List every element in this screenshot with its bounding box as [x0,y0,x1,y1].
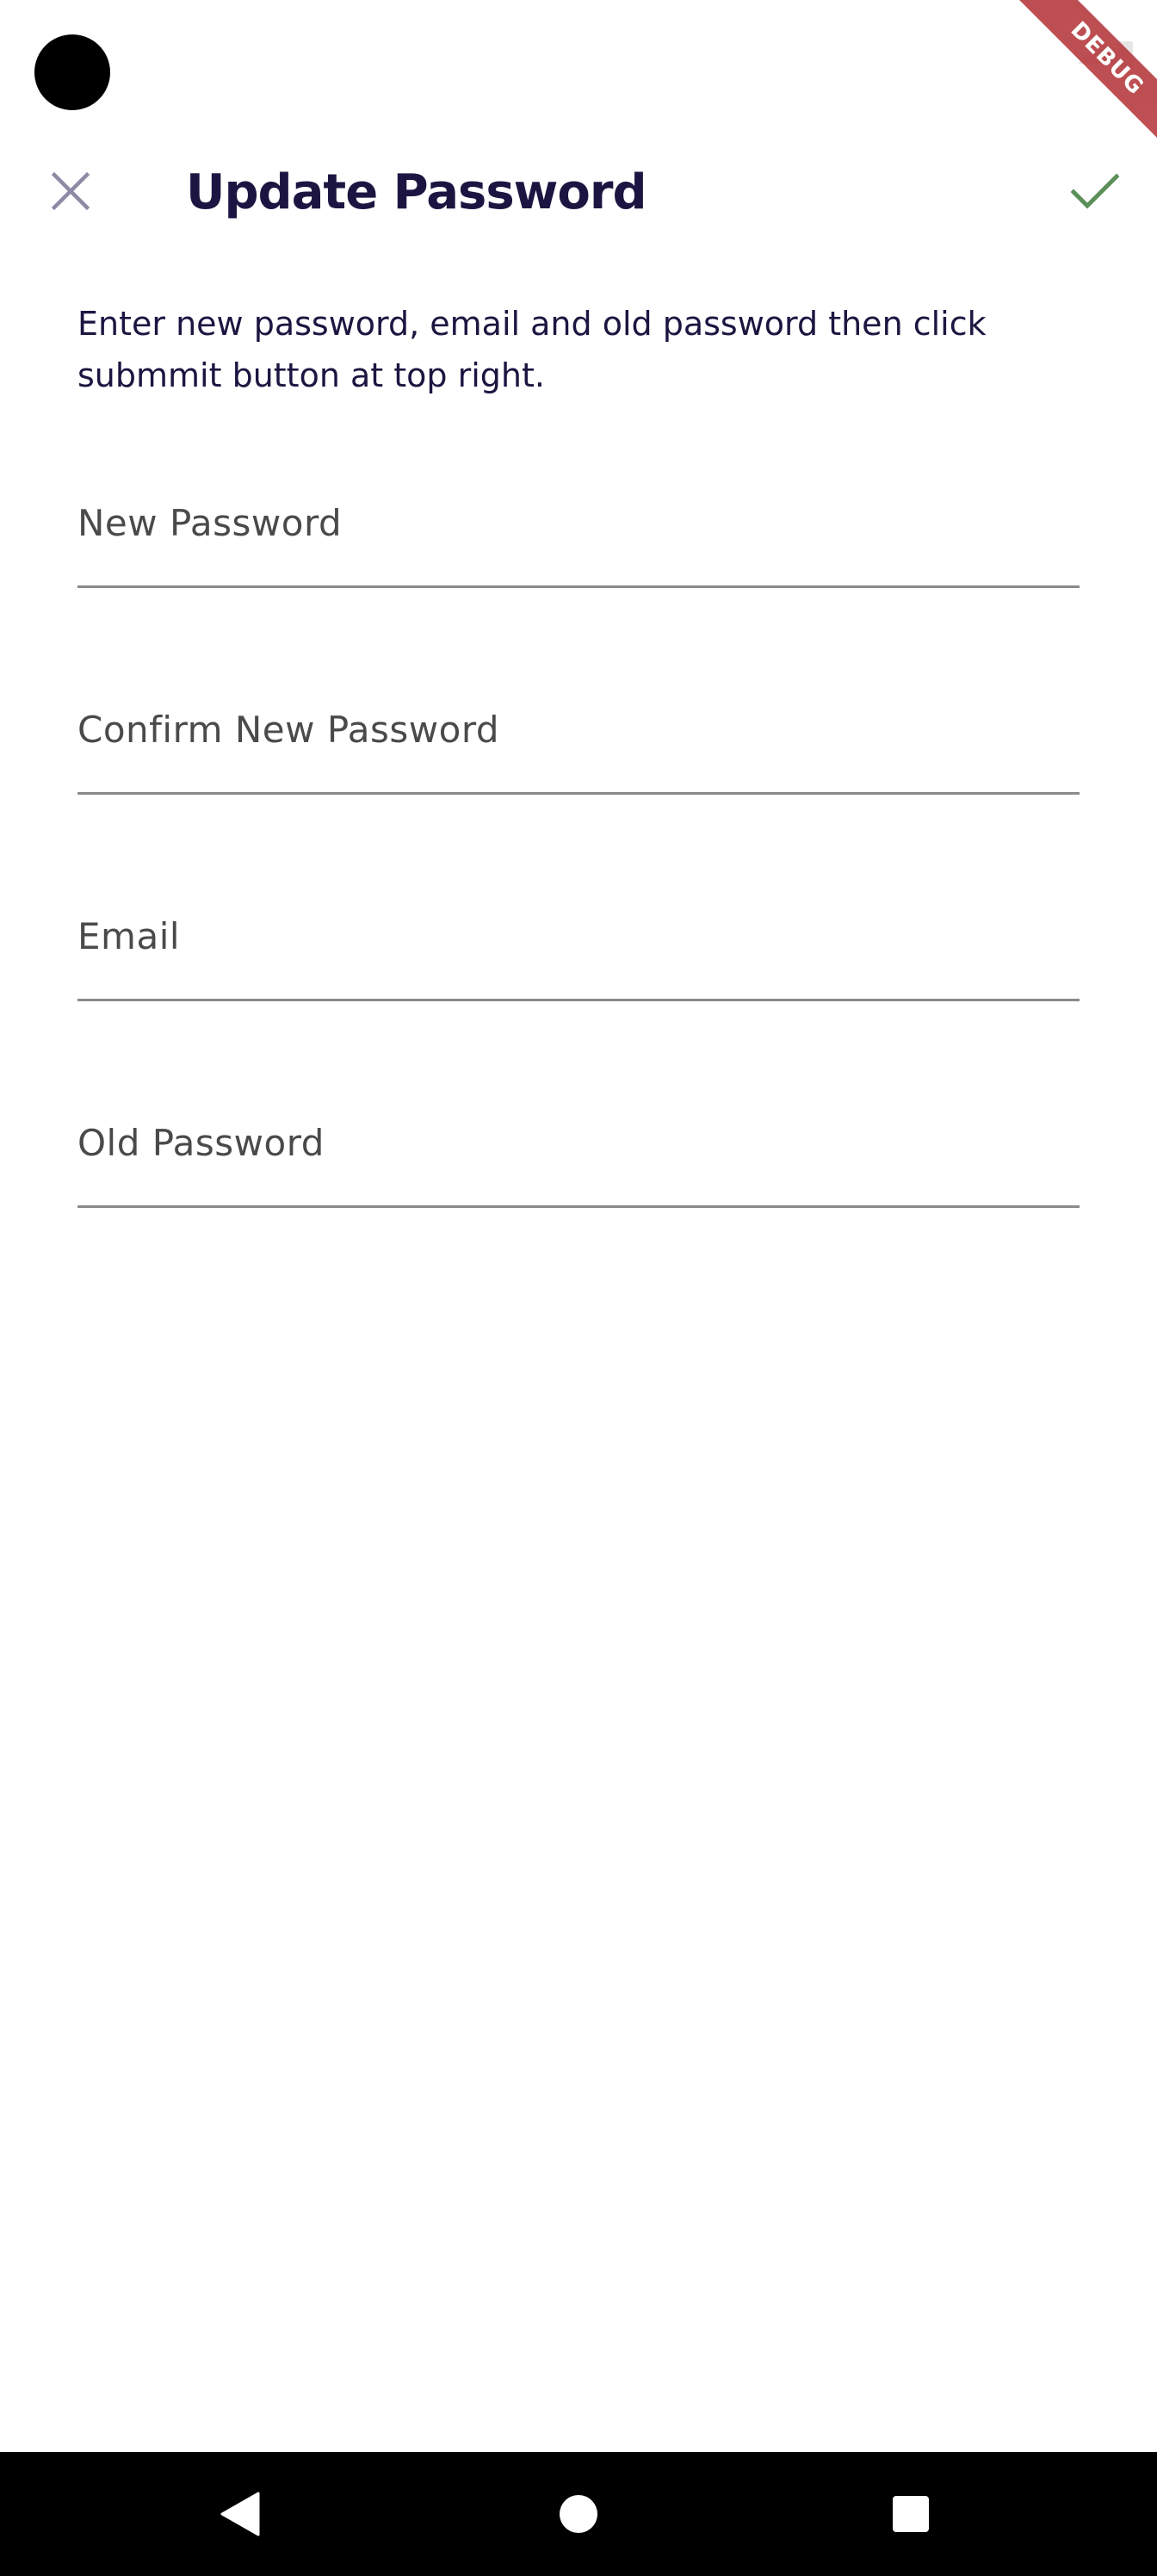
email-input[interactable] [77,895,1083,1000]
check-icon [1071,173,1119,209]
home-circle-icon [560,2495,597,2533]
submit-button[interactable] [1059,155,1131,227]
old-password-field[interactable]: Old Password [77,1102,1083,1208]
page-title: Update Password [186,164,647,220]
nav-back-button[interactable] [210,2483,272,2545]
confirm-new-password-input[interactable] [77,689,1083,794]
camera-cutout [34,34,110,110]
app-bar: Update Password [0,138,1157,245]
new-password-input[interactable] [77,482,1083,587]
recents-square-icon [893,2496,929,2532]
confirm-new-password-field[interactable]: Confirm New Password [77,689,1083,795]
close-button[interactable] [34,155,107,227]
close-icon [51,171,90,211]
nav-recents-button[interactable] [880,2483,942,2545]
status-bar: DEBUG [0,0,1157,165]
instructions-text: Enter new password, email and old passwo… [77,305,987,394]
old-password-input[interactable] [77,1102,1083,1207]
navigation-bar [0,2452,1157,2576]
email-field[interactable]: Email [77,895,1083,1001]
nav-home-button[interactable] [548,2483,609,2545]
screen: DEBUG Update Password Enter new password… [0,0,1157,2576]
new-password-field[interactable]: New Password [77,482,1083,588]
back-triangle-icon [220,2492,260,2536]
